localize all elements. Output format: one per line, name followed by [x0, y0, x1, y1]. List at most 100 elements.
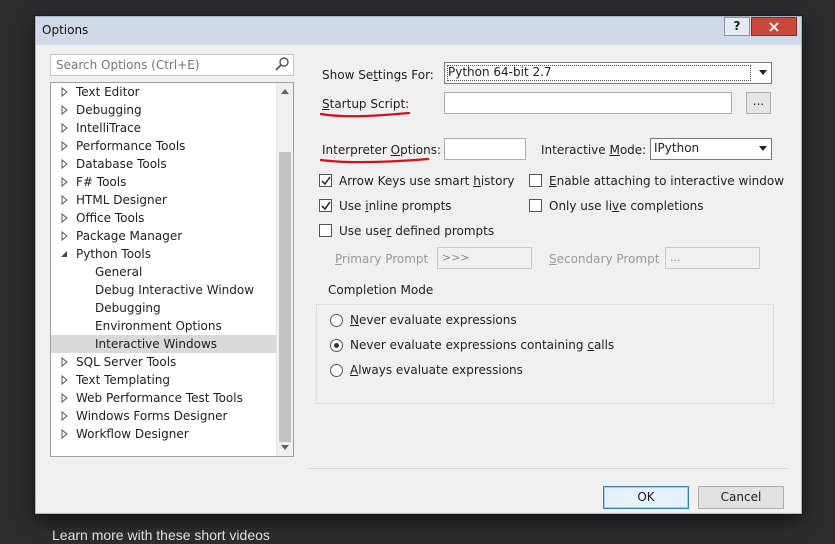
collapsed-arrow-icon[interactable] [60, 195, 69, 205]
scroll-down-button[interactable] [277, 439, 293, 456]
tree-item-label: SQL Server Tools [76, 355, 177, 369]
tree-item[interactable]: Performance Tools [51, 137, 276, 155]
collapsed-arrow-icon[interactable] [60, 213, 69, 223]
tree-item-label: Interactive Windows [95, 337, 218, 351]
live-completions-label[interactable]: Only use live completions [549, 199, 704, 213]
tree-item[interactable]: Debugging [51, 299, 276, 317]
tree-item-label: IntelliTrace [76, 121, 142, 135]
arrow-down-icon [281, 445, 289, 450]
user-defined-prompts-checkbox[interactable] [319, 224, 332, 237]
enable-attaching-checkbox[interactable] [529, 174, 542, 187]
primary-prompt-field[interactable]: >>> [437, 247, 532, 269]
tree-item[interactable]: Workflow Designer [51, 425, 276, 443]
tree-item-label: Python Tools [76, 247, 151, 261]
tree-item[interactable]: Database Tools [51, 155, 276, 173]
tree-item[interactable]: HTML Designer [51, 191, 276, 209]
tree-item[interactable]: IntelliTrace [51, 119, 276, 137]
checkmark-icon [321, 176, 331, 186]
divider [308, 468, 788, 469]
arrow-keys-checkbox[interactable] [319, 174, 332, 187]
chevron-down-icon [759, 70, 767, 75]
help-button[interactable]: ? [724, 17, 750, 36]
tree-item[interactable]: Text Templating [51, 371, 276, 389]
tree-item[interactable]: F# Tools [51, 173, 276, 191]
tree-item-label: Web Performance Test Tools [76, 391, 243, 405]
collapsed-arrow-icon[interactable] [60, 105, 69, 115]
collapsed-arrow-icon[interactable] [60, 429, 69, 439]
collapsed-arrow-icon[interactable] [60, 411, 69, 421]
inline-prompts-label[interactable]: Use inline prompts [339, 199, 452, 213]
annotation-underline [320, 111, 410, 118]
tree-item-label: Debugging [76, 103, 142, 117]
tree-item-label: F# Tools [76, 175, 127, 189]
tree-item-label: Environment Options [95, 319, 222, 333]
tree-item-label: Text Templating [76, 373, 171, 387]
radio-selected-dot [334, 343, 339, 348]
interpreter-options-field[interactable] [444, 138, 526, 160]
collapsed-arrow-icon[interactable] [60, 159, 69, 169]
close-button[interactable] [751, 17, 797, 36]
secondary-prompt-label: Secondary Prompt [549, 252, 660, 266]
search-input[interactable] [51, 55, 271, 75]
tree-item[interactable]: Text Editor [51, 83, 276, 101]
collapsed-arrow-icon[interactable] [60, 87, 69, 97]
primary-prompt-label: Primary Prompt [335, 252, 429, 266]
search-icon[interactable] [274, 56, 290, 73]
never-evaluate-label[interactable]: Never evaluate expressions [350, 313, 517, 327]
user-defined-prompts-label[interactable]: Use user defined prompts [339, 224, 494, 238]
collapsed-arrow-icon[interactable] [60, 231, 69, 241]
window-title: Options [42, 23, 89, 37]
tree-item-label: Workflow Designer [76, 427, 189, 441]
inline-prompts-checkbox[interactable] [319, 199, 332, 212]
tree-item-label: Text Editor [76, 85, 140, 99]
collapsed-arrow-icon[interactable] [60, 141, 69, 151]
tree-item-label: Windows Forms Designer [76, 409, 228, 423]
tree-item[interactable]: Python Tools [51, 245, 276, 263]
always-evaluate-label[interactable]: Always evaluate expressions [350, 363, 523, 377]
tree-item[interactable]: Windows Forms Designer [51, 407, 276, 425]
primary-prompt-value: >>> [442, 251, 470, 264]
interactive-mode-value: IPython [654, 141, 700, 155]
tree-item[interactable]: Environment Options [51, 317, 276, 335]
collapsed-arrow-icon[interactable] [60, 123, 69, 133]
startup-script-field[interactable] [444, 92, 732, 114]
expanded-arrow-icon[interactable] [60, 249, 69, 259]
scroll-thumb[interactable] [279, 152, 291, 442]
tree-item[interactable]: Interactive Windows [51, 335, 276, 353]
browse-button[interactable]: ... [746, 92, 771, 114]
checkmark-icon [321, 201, 331, 211]
show-settings-for-combo[interactable]: Python 64-bit 2.7 [444, 62, 772, 84]
options-tree: Text Editor Debugging IntelliTrace Performa… [50, 82, 294, 457]
tree-item[interactable]: Package Manager [51, 227, 276, 245]
tree-item-label: General [95, 265, 143, 279]
never-evaluate-calls-label[interactable]: Never evaluate expressions containing ca… [350, 338, 614, 352]
cancel-button[interactable]: Cancel [698, 486, 784, 509]
tree-item[interactable]: Debugging [51, 101, 276, 119]
live-completions-checkbox[interactable] [529, 199, 542, 212]
scroll-up-button[interactable] [277, 83, 293, 100]
tree-item[interactable]: SQL Server Tools [51, 353, 276, 371]
tree-scrollbar[interactable] [276, 83, 293, 456]
secondary-prompt-field[interactable]: ... [665, 247, 760, 269]
collapsed-arrow-icon[interactable] [60, 375, 69, 385]
tree-item-label: Package Manager [76, 229, 183, 243]
tree-item-label: Performance Tools [76, 139, 186, 153]
tree-item[interactable]: Debug Interactive Window [51, 281, 276, 299]
arrow-up-icon [281, 89, 289, 94]
interactive-mode-combo[interactable]: IPython [650, 138, 772, 160]
tree-item[interactable]: Office Tools [51, 209, 276, 227]
radio-always-evaluate[interactable] [330, 364, 343, 377]
radio-never-evaluate-calls[interactable] [330, 339, 343, 352]
collapsed-arrow-icon[interactable] [60, 357, 69, 367]
tree-item[interactable]: General [51, 263, 276, 281]
title-bar[interactable]: Options ? [36, 17, 801, 45]
arrow-keys-label[interactable]: Arrow Keys use smart history [339, 174, 514, 188]
collapsed-arrow-icon[interactable] [60, 177, 69, 187]
background-caption: Learn more with these short videos [52, 527, 270, 543]
ok-button[interactable]: OK [603, 486, 689, 509]
enable-attaching-label[interactable]: Enable attaching to interactive window [549, 174, 784, 188]
tree-item[interactable]: Web Performance Test Tools [51, 389, 276, 407]
interactive-mode-label: Interactive Mode: [541, 143, 647, 157]
collapsed-arrow-icon[interactable] [60, 393, 69, 403]
radio-never-evaluate[interactable] [330, 314, 343, 327]
